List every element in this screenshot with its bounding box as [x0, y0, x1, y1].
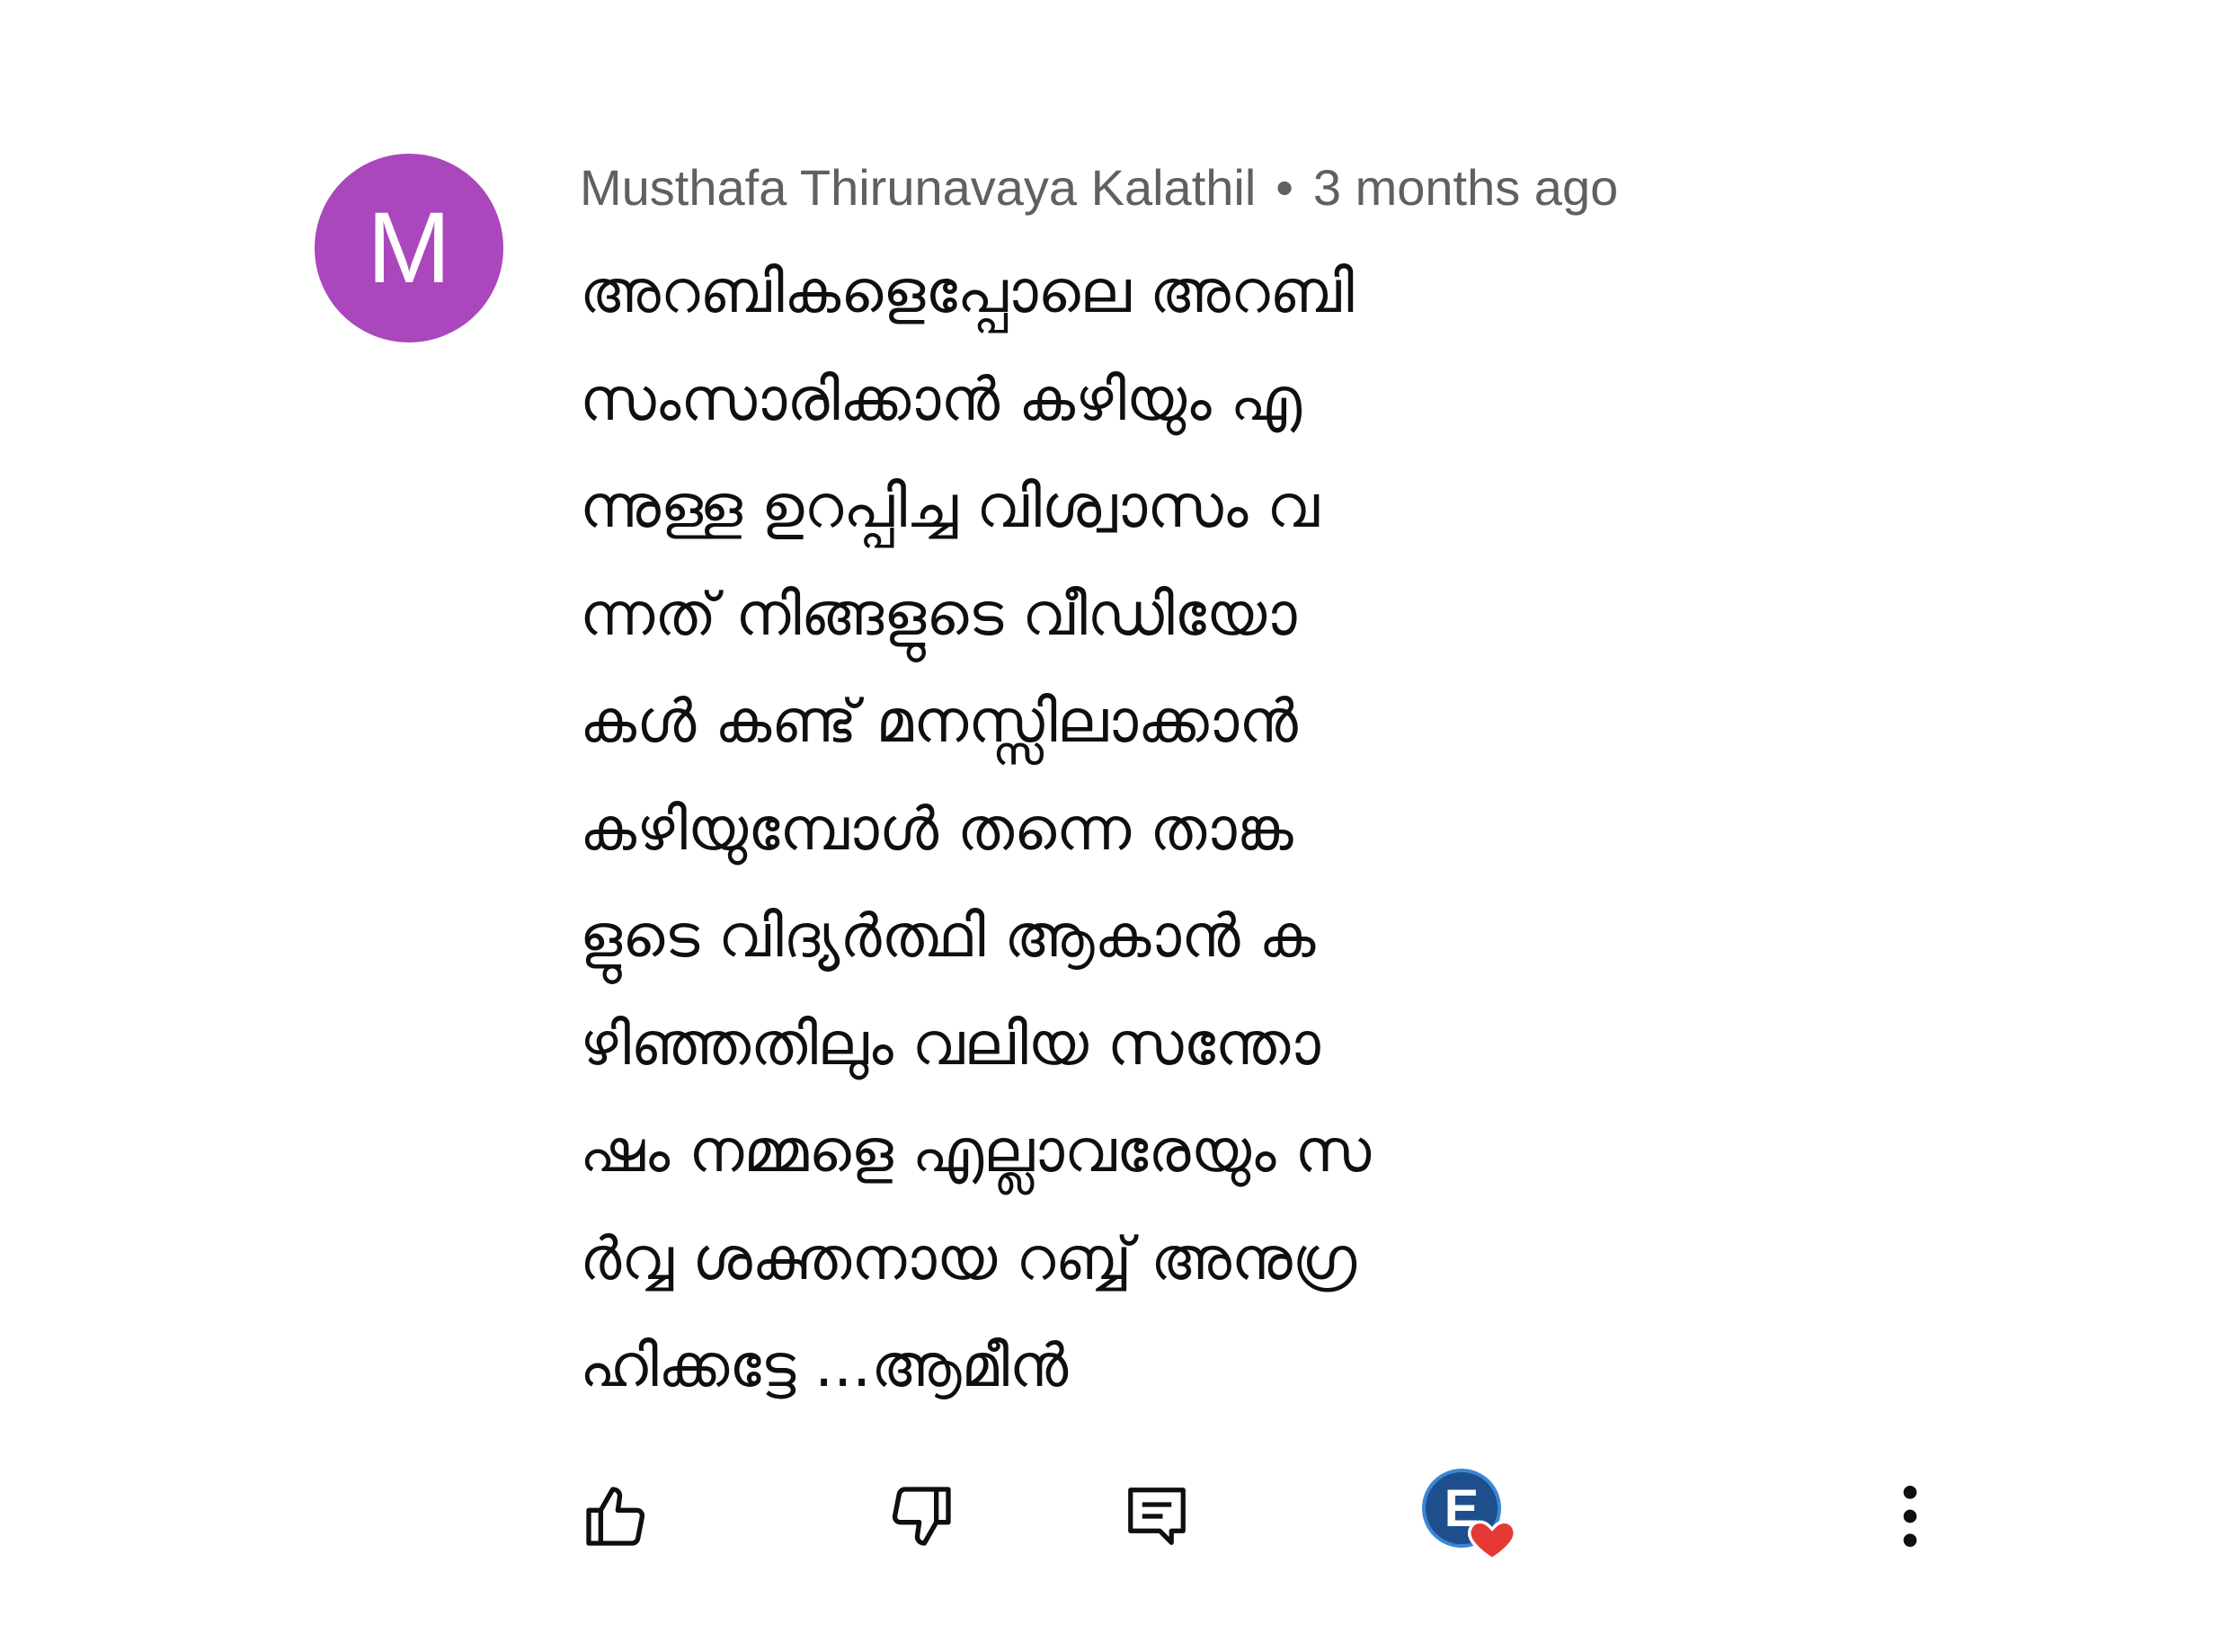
- comment-line: സംസാരിക്കാൻ കഴിയും എ: [580, 364, 1302, 434]
- comment: M Musthafa Thirunavaya Kalathil • 3 mont…: [0, 0, 2222, 1652]
- comment-line: ർവ്വ ശക്തനായ റബ്ബ് അനുഗ്ര: [580, 1223, 1357, 1293]
- dislike-button[interactable]: [881, 1476, 962, 1557]
- avatar-letter: M: [367, 191, 451, 304]
- comment-header: Musthafa Thirunavaya Kalathil • 3 months…: [580, 153, 1618, 221]
- reply-button[interactable]: [1116, 1476, 1197, 1557]
- reply-icon: [1128, 1488, 1186, 1545]
- more-button[interactable]: [1883, 1476, 1937, 1557]
- more-vertical-icon: [1903, 1486, 1917, 1547]
- avatar[interactable]: M: [315, 154, 503, 342]
- heart-icon: [1468, 1520, 1516, 1561]
- creator-heart[interactable]: E: [1418, 1465, 1526, 1573]
- comment-line: ഷം നമ്മളെ എല്ലാവരേയും സ: [580, 1116, 1372, 1186]
- comment-line: ന്നുള്ള ഉറപ്പിച്ച വിശ്വാസം വ: [580, 472, 1320, 541]
- header-separator: •: [1275, 158, 1293, 216]
- comment-line: ഴിഞ്ഞതിലും വലിയ സന്തോ: [580, 1008, 1320, 1079]
- timestamp[interactable]: 3 months ago: [1313, 158, 1618, 217]
- comment-line: കൾ കണ്ട് മനസ്സിലാക്കാൻ: [580, 687, 1298, 756]
- like-button[interactable]: [575, 1476, 656, 1557]
- comment-actions: E: [0, 1456, 2222, 1573]
- comment-line: അറബികളെപ്പോലെ അറബി: [580, 257, 1355, 326]
- comment-line: ളുടെ വിദ്യർത്ഥി ആകാൻ ക: [580, 901, 1316, 971]
- comment-line: ഹിക്കട്ടേ ...ആമീൻ: [580, 1331, 1069, 1400]
- comment-line: കഴിയുമ്പോൾ തന്നെ താങ്ക: [580, 794, 1293, 864]
- comment-line: ന്നത് നിങ്ങളുടെ വീഡിയോ: [580, 579, 1297, 649]
- thumbs-down-icon: [892, 1487, 951, 1546]
- author-name[interactable]: Musthafa Thirunavaya Kalathil: [580, 158, 1256, 217]
- comment-text: അറബികളെപ്പോലെ അറബി സംസാരിക്കാൻ കഴിയും എ …: [580, 238, 1658, 1420]
- thumbs-up-icon: [586, 1487, 645, 1546]
